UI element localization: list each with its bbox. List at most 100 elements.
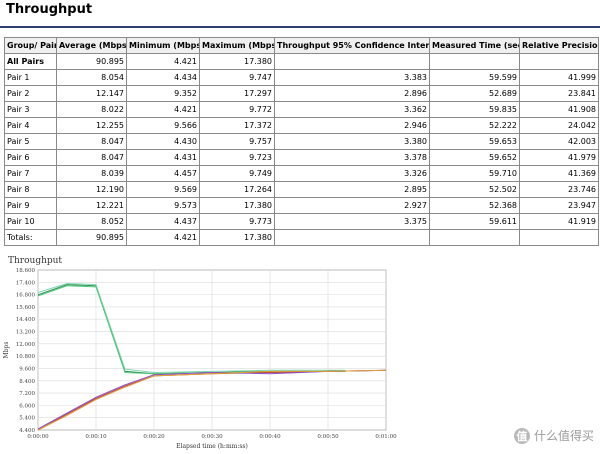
x-tick-label: 0:00:20 [143,434,165,440]
table-cell: 2.946 [274,117,430,134]
table-cell: 41.999 [519,69,599,86]
table-cell: 90.895 [56,53,127,70]
table-row: Pair 1 8.054 4.434 9.747 3.383 59.599 41.999 [4,69,599,86]
throughput-chart: 18.600 17.400 16.800 15.600 14.400 13.200 12.0… [0,254,600,450]
y-tick-label: 16.800 [16,293,36,299]
table-header-row: Group/ Pair Average (Mbps) Minimum (Mbps… [4,37,599,54]
table-cell: 3.375 [274,213,430,230]
y-tick-label: 18.600 [16,268,36,274]
table-cell: 90.895 [56,229,127,246]
table-cell: 42.003 [519,133,599,150]
page-title: Throughput [6,2,93,17]
y-tick-label: 12.000 [16,342,36,348]
row-label: Pair 8 [4,181,57,198]
table-row: Pair 4 12.255 9.566 17.372 2.946 52.222 24.042 [4,117,599,134]
y-tick-label: 6.000 [19,403,35,409]
table-cell: 2.896 [274,85,430,102]
x-tick-label: 0:00:30 [201,434,223,440]
table-cell: 8.047 [56,133,127,150]
table-cell: 4.421 [126,101,200,118]
row-label: Pair 2 [4,85,57,102]
table-cell: 12.190 [56,181,127,198]
table-cell: 41.979 [519,149,599,166]
table-row: Pair 6 8.047 4.431 9.723 3.378 59.652 41.979 [4,149,599,166]
table-cell: 4.421 [126,229,200,246]
table-cell: 9.773 [199,213,275,230]
table-cell: 17.297 [199,85,275,102]
table-cell: 23.746 [519,181,599,198]
table-row: Pair 2 12.147 9.352 17.297 2.896 52.689 23.841 [4,85,599,102]
y-tick-label: 8.400 [19,379,35,385]
table-cell: 9.772 [199,101,275,118]
table-row: Pair 7 8.039 4.457 9.749 3.326 59.710 41.369 [4,165,599,182]
table-cell: 8.047 [56,149,127,166]
row-label: Pair 5 [4,133,57,150]
y-tick-label: 13.200 [16,330,36,336]
table-cell: 3.326 [274,165,430,182]
row-label: Pair 7 [4,165,57,182]
table-cell: 41.369 [519,165,599,182]
table-cell: 9.352 [126,85,200,102]
table-row: Totals: 90.895 4.421 17.380 [4,229,599,246]
table-cell: 3.383 [274,69,430,86]
watermark-text: 什么值得买 [533,429,594,443]
chart-svg: 18.600 17.400 16.800 15.600 14.400 13.200 12.0… [3,268,397,450]
table-cell: 9.747 [199,69,275,86]
y-tick-label: 5.400 [19,416,35,422]
table-cell: 9.569 [126,181,200,198]
row-label: Pair 9 [4,197,57,214]
title-divider [0,26,600,28]
table-cell: 59.652 [429,149,520,166]
column-header: Average (Mbps) [56,37,127,54]
y-axis-label: Mbps [3,342,10,359]
row-label: Pair 6 [4,149,57,166]
table-cell: 9.573 [126,197,200,214]
table-cell: 8.022 [56,101,127,118]
y-tick-label: 17.400 [16,280,36,286]
x-tick-label: 0:01:00 [375,434,397,440]
table-cell: 4.430 [126,133,200,150]
table-cell: 59.611 [429,213,520,230]
table-cell: 17.380 [199,229,275,246]
row-label: Pair 4 [4,117,57,134]
row-label: Totals: [4,229,57,246]
table-cell: 12.221 [56,197,127,214]
table-row: Pair 9 12.221 9.573 17.380 2.927 52.368 23.947 [4,197,599,214]
y-tick-label: 9.600 [19,366,35,372]
table-cell: 8.052 [56,213,127,230]
table-cell: 17.380 [199,53,275,70]
watermark: 值 什么值得买 [513,427,594,444]
column-header: Relative Precision [519,37,599,54]
table-row: Pair 8 12.190 9.569 17.264 2.895 52.502 23.746 [4,181,599,198]
table-cell: 17.380 [199,197,275,214]
table-cell [519,53,599,70]
table-cell [274,53,430,70]
column-header: Throughput 95% Confidence Interval [274,37,430,54]
table-cell: 9.749 [199,165,275,182]
x-tick-label: 0:00:00 [27,434,49,440]
table-cell: 9.566 [126,117,200,134]
table-cell: 4.437 [126,213,200,230]
table-row: Pair 3 8.022 4.421 9.772 3.362 59.835 41.908 [4,101,599,118]
x-tick-label: 0:00:50 [317,434,339,440]
table-cell: 8.054 [56,69,127,86]
table-cell: 12.147 [56,85,127,102]
table-cell: 3.380 [274,133,430,150]
table-cell [519,229,599,246]
x-axis-label: Elapsed time (h:mm:ss) [176,443,248,450]
table-cell: 9.723 [199,149,275,166]
table-cell: 9.757 [199,133,275,150]
table-cell: 3.378 [274,149,430,166]
column-header: Maximum (Mbps) [199,37,275,54]
watermark-logo-icon: 值 [513,427,530,444]
table-cell: 4.457 [126,165,200,182]
table-cell: 8.039 [56,165,127,182]
table-cell: 59.710 [429,165,520,182]
column-header: Measured Time (secs) [429,37,520,54]
throughput-table: Group/ Pair Average (Mbps) Minimum (Mbps… [4,37,599,246]
table-cell: 59.835 [429,101,520,118]
table-cell: 52.368 [429,197,520,214]
table-cell: 17.264 [199,181,275,198]
table-row: All Pairs 90.895 4.421 17.380 [4,53,599,70]
table-cell: 52.502 [429,181,520,198]
